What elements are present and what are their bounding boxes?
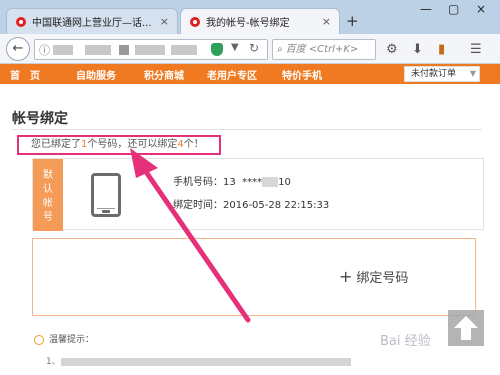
maximize-button[interactable]: ▢	[448, 2, 459, 16]
tips-title: 温馨提示：	[49, 335, 95, 345]
back-arrow-icon[interactable]: ←	[6, 37, 30, 61]
tab-my-account[interactable]: 我的帐号-帐号绑定 ×	[180, 8, 340, 34]
search-icon: ⌕	[277, 44, 283, 55]
lightbulb-icon	[34, 334, 44, 345]
redaction-block	[262, 177, 279, 187]
bind-time-label: 绑定时间：	[173, 200, 223, 211]
nav-old-user-zone[interactable]: 老用户专区	[207, 67, 257, 82]
scroll-to-top-button[interactable]	[448, 310, 484, 346]
address-bar[interactable]: ⓘ ▼ ↻	[34, 39, 268, 60]
minimize-button[interactable]: —	[420, 2, 432, 16]
blurred-url	[135, 45, 165, 55]
site-nav-bar: 首 页 自助服务 积分商城 老用户专区 特价手机 未付款订单 ▼	[0, 64, 500, 84]
plus-icon: +	[339, 267, 353, 286]
extension-icon[interactable]: ⚙	[386, 42, 398, 57]
up-arrow-icon	[454, 316, 478, 340]
phone-label: 手机号码：	[173, 177, 223, 188]
mobile-phone-icon	[91, 173, 121, 217]
unpaid-orders-dropdown[interactable]: 未付款订单 ▼	[404, 66, 480, 82]
tab-title: 我的帐号-帐号绑定	[206, 18, 290, 29]
page-title: 帐号绑定	[12, 111, 68, 127]
chevron-down-icon: ▼	[469, 69, 476, 78]
phone-masked: ****	[242, 177, 263, 188]
search-input[interactable]: ⌕ 百度 <Ctrl+K>	[272, 39, 376, 60]
nav-points-mall[interactable]: 积分商城	[144, 67, 184, 82]
bind-time-row: 绑定时间：2016-05-28 22:15:33	[173, 196, 329, 211]
unicom-logo-icon	[190, 16, 200, 27]
add-binding-label: 绑定号码	[356, 271, 409, 286]
notice-prefix: 您已绑定了	[31, 139, 81, 150]
download-icon[interactable]: ⬇	[412, 42, 423, 57]
blurred-url	[171, 45, 197, 55]
reload-icon[interactable]: ↻	[249, 41, 259, 55]
shield-icon[interactable]	[211, 43, 223, 56]
nav-home[interactable]: 首 页	[10, 67, 40, 82]
browser-tab-bar: 中国联通网上营业厅—话... × 我的帐号-帐号绑定 × + — ▢ ×	[0, 0, 500, 34]
phone-suffix: 10	[278, 177, 291, 188]
add-binding-button[interactable]: + 绑定号码	[32, 238, 476, 316]
phone-prefix: 13	[223, 177, 236, 188]
tab-close-icon[interactable]: ×	[322, 15, 331, 28]
close-window-button[interactable]: ×	[476, 2, 486, 16]
browser-nav-bar: ← ⓘ ▼ ↻ ⌕ 百度 <Ctrl+K> ⚙ ⬇ ▮ ☰	[0, 34, 500, 64]
unicom-logo-icon	[16, 16, 26, 27]
web-page: 首 页 自助服务 积分商城 老用户专区 特价手机 未付款订单 ▼ 帐号绑定 您已绑…	[0, 64, 500, 375]
notice-suffix: 个！	[183, 139, 204, 150]
unpaid-orders-label: 未付款订单	[411, 69, 457, 79]
badge-label: 默认帐号	[43, 170, 53, 223]
add-binding-label-wrap: + 绑定号码	[339, 267, 408, 286]
blurred-url	[53, 45, 73, 55]
nav-special-phones[interactable]: 特价手机	[282, 67, 322, 82]
tab-unicom-hall[interactable]: 中国联通网上营业厅—话... ×	[6, 8, 178, 34]
bind-time-value: 2016-05-28 22:15:33	[223, 200, 330, 211]
default-account-badge: 默认帐号	[33, 159, 63, 231]
tab-title: 中国联通网上营业厅—话...	[32, 18, 152, 29]
divider	[12, 129, 482, 130]
dropdown-arrow-icon[interactable]: ▼	[231, 42, 239, 53]
blurred-text	[60, 357, 351, 366]
phone-number-row: 手机号码：13 **** 10	[173, 173, 291, 188]
baidu-watermark: Bai 经验	[380, 334, 431, 349]
binding-notice: 您已绑定了1个号码，还可以绑定4个！	[17, 135, 221, 155]
search-placeholder: 百度 <Ctrl+K>	[285, 44, 359, 55]
addon-icon[interactable]: ▮	[438, 42, 445, 57]
nav-self-service[interactable]: 自助服务	[76, 67, 116, 82]
info-icon[interactable]: ⓘ	[39, 42, 50, 58]
menu-icon[interactable]: ☰	[470, 42, 482, 57]
tab-close-icon[interactable]: ×	[160, 15, 169, 28]
notice-mid: 个号码，还可以绑定	[87, 139, 178, 150]
new-tab-button[interactable]: +	[346, 12, 359, 30]
tips-line: 1、	[46, 354, 351, 367]
tips-heading: 温馨提示：	[34, 332, 94, 345]
blurred-url	[119, 45, 129, 55]
bound-number-card: 默认帐号 手机号码：13 **** 10 绑定时间：2016-05-28 22:1…	[32, 158, 484, 231]
tips-line-number: 1、	[46, 357, 61, 367]
blurred-url	[85, 45, 111, 55]
